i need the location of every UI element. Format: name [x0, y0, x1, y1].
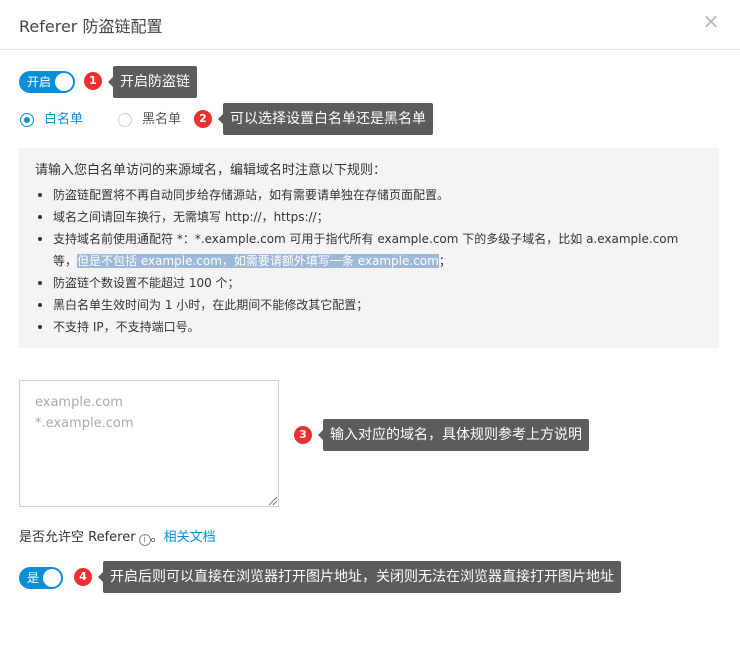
whitelist-radio[interactable]: 白名单	[20, 112, 100, 130]
annotation-tooltip-2: 可以选择设置白名单还是黑名单	[218, 103, 433, 135]
rules-list: 防盗链配置将不再自动同步给存储源站，如有需要请单独在存储页面配置。 域名之间请回…	[35, 184, 703, 338]
annotation-marker-3: 3	[294, 426, 312, 444]
rule-item: 黑白名单生效时间为 1 小时，在此期间不能修改其它配置；	[35, 294, 703, 316]
info-icon[interactable]: i	[138, 534, 151, 546]
rule-item: 域名之间请回车换行，无需填写 http://，https://；	[35, 206, 703, 228]
annotation-marker-2: 2	[194, 110, 212, 128]
allow-empty-referer-switch[interactable]: 是	[19, 567, 63, 589]
dialog-header: Referer 防盗链配置 ×	[0, 0, 740, 50]
switch-label: 开启	[27, 75, 52, 89]
domain-textarea[interactable]	[19, 380, 279, 507]
rule-item: 不支持 IP，不支持端口号。	[35, 316, 703, 338]
radio-dot	[118, 113, 132, 127]
dialog-title: Referer 防盗链配置	[19, 17, 163, 36]
hotlink-protection-switch[interactable]: 开启	[19, 71, 75, 93]
rule-item: 支持域名前使用通配符 *：*.example.com 可用于指代所有 examp…	[35, 228, 703, 272]
rule-highlight: 但是不包括 example.com，如需要请额外填写一条 example.com	[77, 254, 439, 268]
rules-panel: 请输入您白名单访问的来源域名，编辑域名时注意以下规则： 防盗链配置将不再自动同步…	[19, 148, 719, 348]
annotation-marker-4: 4	[74, 568, 92, 586]
switch-label: 是	[27, 571, 40, 585]
radio-dot	[20, 113, 34, 127]
rules-intro: 请输入您白名单访问的来源域名，编辑域名时注意以下规则：	[35, 163, 387, 178]
separator-text: 。	[150, 530, 164, 545]
blacklist-label: 黑名单	[142, 112, 182, 127]
switch-knob	[55, 73, 73, 91]
annotation-tooltip-1: 开启防盗链	[108, 66, 197, 98]
rule-item: 防盗链配置将不再自动同步给存储源站，如有需要请单独在存储页面配置。	[35, 184, 703, 206]
allow-empty-referer-row: 是否允许空 Referer i 。相关文档	[19, 530, 216, 546]
allow-empty-referer-label: 是否允许空 Referer	[19, 530, 136, 545]
whitelist-label: 白名单	[44, 112, 84, 127]
rule-tail: ；	[438, 254, 451, 268]
annotation-tooltip-3: 输入对应的域名，具体规则参考上方说明	[318, 419, 589, 451]
annotation-tooltip-4: 开启后则可以直接在浏览器打开图片地址，关闭则无法在浏览器直接打开图片地址	[98, 561, 621, 593]
blacklist-radio[interactable]: 黑名单	[118, 112, 198, 130]
rule-item: 防盗链个数设置不能超过 100 个；	[35, 272, 703, 294]
annotation-marker-1: 1	[84, 72, 102, 90]
close-icon[interactable]: ×	[702, 11, 720, 31]
related-docs-link[interactable]: 相关文档	[164, 530, 216, 545]
switch-knob	[43, 569, 61, 587]
